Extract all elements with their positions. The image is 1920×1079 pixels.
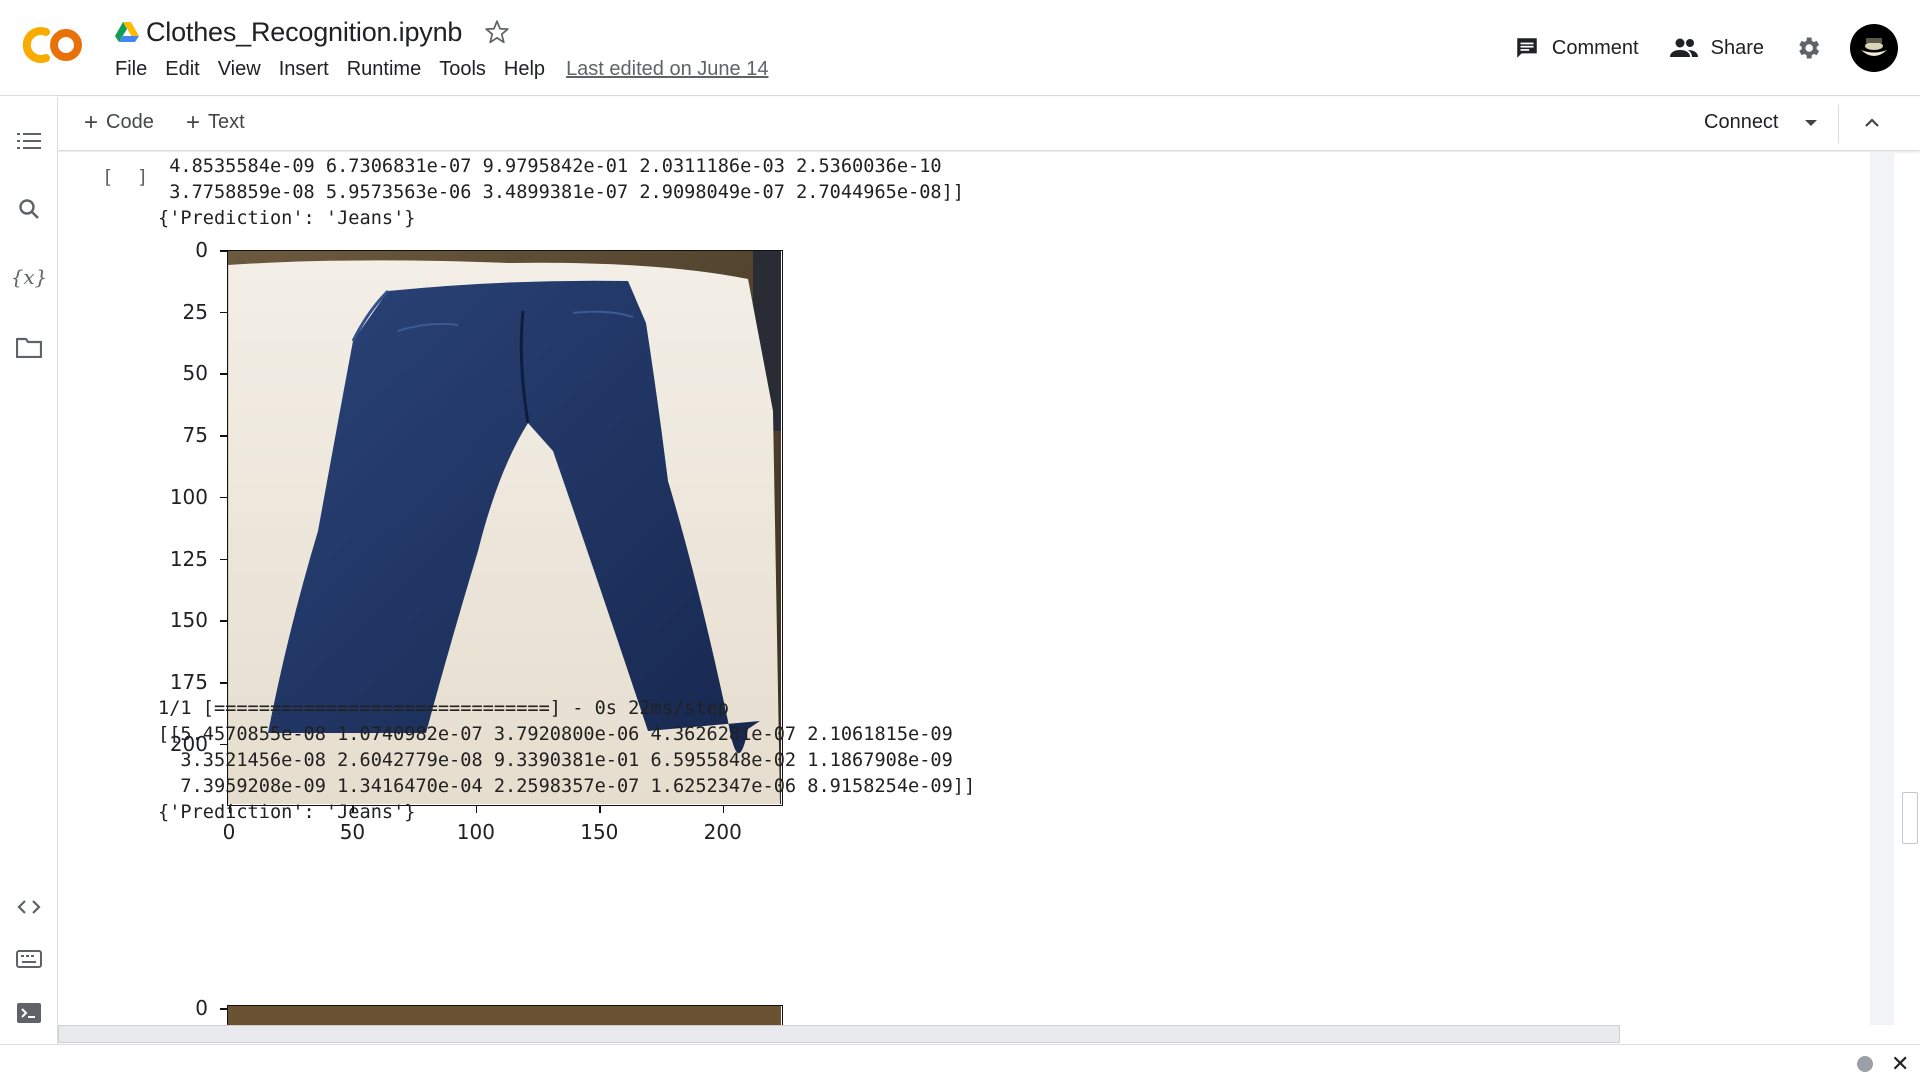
- output-line: 4.8535584e-09 6.7306831e-07 9.9795842e-0…: [158, 156, 942, 177]
- close-icon[interactable]: ✕: [1891, 1051, 1909, 1077]
- caret-down-icon[interactable]: [1804, 119, 1817, 126]
- jeans-photo: [228, 1006, 781, 1025]
- menu-file[interactable]: File: [106, 58, 156, 81]
- chevron-up-icon[interactable]: [1860, 111, 1884, 135]
- last-edited-link[interactable]: Last edited on June 14: [566, 58, 768, 81]
- notebook-toolbar: + Code + Text Connect: [58, 97, 1920, 151]
- left-sidebar: {x}: [0, 97, 58, 1045]
- add-text-label: Text: [208, 111, 245, 133]
- y-tick-label: 150: [169, 608, 208, 633]
- comment-label: Comment: [1551, 36, 1639, 59]
- share-label: Share: [1710, 36, 1764, 59]
- add-code-button[interactable]: + Code: [84, 108, 154, 136]
- x-tick-label: 100: [456, 820, 495, 844]
- cell-run-indicator[interactable]: [ ]: [102, 166, 154, 188]
- comment-button[interactable]: Comment: [1514, 35, 1639, 61]
- status-bar: ✕: [0, 1044, 1920, 1079]
- y-tick-label: 25: [182, 299, 208, 324]
- app-header: Clothes_Recognition.ipynb File Edit View…: [0, 0, 1920, 96]
- avatar-image: [1861, 38, 1887, 56]
- jeans-image: [227, 1005, 783, 1025]
- vertical-scrollbar[interactable]: [1870, 152, 1894, 1025]
- output-line: 3.3521456e-08 2.6042779e-08 9.3390381e-0…: [158, 750, 953, 771]
- y-tick-mark: [220, 620, 227, 622]
- add-text-button[interactable]: + Text: [186, 108, 245, 136]
- y-tick-mark: [220, 435, 227, 437]
- variables-icon[interactable]: {x}: [11, 263, 48, 291]
- output-line: 3.7758859e-08 5.9573563e-06 3.4899381e-0…: [158, 182, 964, 203]
- plus-icon: +: [186, 108, 201, 136]
- menu-help[interactable]: Help: [495, 58, 554, 81]
- add-code-label: Code: [106, 111, 154, 133]
- y-tick-label: 125: [169, 546, 208, 571]
- y-tick-label: 50: [182, 361, 208, 386]
- y-tick-label: 175: [169, 670, 208, 695]
- y-tick-label: 100: [169, 484, 208, 509]
- y-tick-mark: [220, 1008, 227, 1010]
- table-of-contents-icon[interactable]: [15, 127, 43, 155]
- menu-bar: File Edit View Insert Runtime Tools Help…: [106, 58, 768, 81]
- output-line: 1/1 [==============================] - 0…: [158, 698, 729, 719]
- code-snippets-icon[interactable]: [15, 893, 43, 921]
- x-tick-label: 200: [703, 820, 742, 844]
- user-avatar[interactable]: [1850, 24, 1898, 72]
- horizontal-scrollbar[interactable]: [58, 1025, 1620, 1043]
- y-tick-mark: [220, 311, 227, 314]
- prediction-output: {'Prediction': 'Jeans'}: [158, 802, 416, 823]
- connect-button[interactable]: Connect: [1704, 111, 1817, 134]
- y-tick-label: 0: [195, 996, 208, 1020]
- comment-icon: [1517, 38, 1537, 58]
- prediction-output: {'Prediction': 'Jeans'}: [158, 208, 416, 229]
- gear-icon[interactable]: [1794, 34, 1822, 62]
- header-actions: Comment Share: [1514, 24, 1920, 72]
- notebook-title[interactable]: Clothes_Recognition.ipynb: [146, 17, 462, 48]
- y-tick-mark: [220, 250, 227, 252]
- menu-insert[interactable]: Insert: [270, 58, 338, 81]
- y-tick-mark: [220, 373, 227, 375]
- share-button[interactable]: Share: [1669, 36, 1764, 60]
- vertical-scroll-thumb[interactable]: [1902, 792, 1918, 844]
- x-tick-label: 150: [580, 820, 619, 844]
- terminal-icon[interactable]: [15, 999, 43, 1027]
- output-line: [[5.4570855e-08 1.0740982e-07 3.7920800e…: [158, 724, 953, 745]
- x-tick-mark: [722, 806, 725, 813]
- y-tick-label: 0: [195, 238, 208, 262]
- google-drive-icon[interactable]: [114, 20, 140, 44]
- x-tick-mark: [475, 806, 478, 813]
- y-tick-mark: [220, 496, 227, 499]
- title-row: Clothes_Recognition.ipynb: [114, 14, 510, 50]
- status-indicator-icon[interactable]: [1857, 1056, 1873, 1072]
- menu-edit[interactable]: Edit: [156, 58, 208, 81]
- x-tick-mark: [599, 806, 601, 813]
- notebook-content: [ ] 4.8535584e-09 6.7306831e-07 9.979584…: [58, 152, 1870, 1025]
- colab-logo[interactable]: [20, 22, 86, 68]
- search-icon[interactable]: [15, 195, 43, 223]
- command-palette-icon[interactable]: [15, 945, 43, 973]
- y-tick-mark: [220, 682, 227, 684]
- menu-view[interactable]: View: [209, 58, 270, 81]
- folder-icon[interactable]: [15, 333, 43, 361]
- star-icon[interactable]: [484, 19, 510, 45]
- menu-runtime[interactable]: Runtime: [338, 58, 430, 81]
- people-icon: [1669, 38, 1698, 57]
- y-tick-mark: [220, 558, 227, 561]
- connect-label: Connect: [1704, 111, 1779, 133]
- y-tick-label: 75: [182, 423, 208, 448]
- menu-tools[interactable]: Tools: [430, 58, 495, 81]
- output-line: 7.3959208e-09 1.3416470e-04 2.2598357e-0…: [158, 776, 976, 797]
- toolbar-divider: [1838, 105, 1839, 143]
- plus-icon: +: [84, 108, 99, 136]
